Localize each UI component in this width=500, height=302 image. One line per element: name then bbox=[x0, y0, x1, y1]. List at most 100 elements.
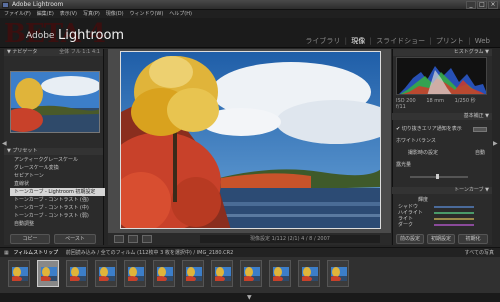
filmstrip-thumbnail[interactable] bbox=[211, 260, 233, 287]
left-panel-collapse-icon[interactable]: ◀ bbox=[2, 140, 7, 147]
filmstrip-thumbnail[interactable] bbox=[298, 260, 320, 287]
filmstrip-thumbnail[interactable] bbox=[327, 260, 349, 287]
paste-button[interactable]: ペースト bbox=[54, 234, 96, 244]
exif-shutter: 1/250 秒 bbox=[454, 98, 476, 104]
reset-all-button[interactable]: 初期化 bbox=[458, 234, 488, 244]
slider-track[interactable] bbox=[434, 206, 474, 208]
thumbnail-image bbox=[215, 267, 231, 281]
slider-darks[interactable]: ダーク bbox=[396, 222, 487, 228]
filmstrip-thumbnail[interactable] bbox=[269, 260, 291, 287]
show-clipping-label: 切り抜きエリア通知を表示 bbox=[401, 126, 462, 132]
crop-tool-icon[interactable] bbox=[142, 235, 152, 243]
menu-photo[interactable]: 写真(P) bbox=[83, 10, 100, 18]
preset-item[interactable]: アンティークグレースケール bbox=[10, 156, 105, 164]
view-loupe-icon[interactable] bbox=[114, 235, 124, 243]
reset-button[interactable]: 初期設定 bbox=[427, 234, 455, 244]
slider-track[interactable] bbox=[434, 224, 474, 226]
filmstrip-collapse-icon[interactable]: ▼ bbox=[247, 294, 252, 301]
presets-header[interactable]: ▼ プリセット bbox=[4, 148, 103, 155]
filmstrip-grid-icon[interactable]: ▦ bbox=[4, 250, 9, 256]
thumbnail-image bbox=[70, 267, 86, 281]
exposure-row: 露光量 bbox=[396, 161, 487, 170]
title-bar: Adobe Lightroom _ □ × bbox=[0, 0, 500, 10]
filmstrip-thumbnail[interactable] bbox=[240, 260, 262, 287]
filmstrip-label: フィルムストリップ bbox=[13, 250, 59, 256]
previous-button[interactable]: 前の設定 bbox=[396, 234, 424, 244]
wb-auto[interactable]: 自動 bbox=[475, 149, 485, 158]
main-photo[interactable] bbox=[120, 51, 381, 229]
filmstrip-bar: ▦ フィルムストリップ 前回読み込み / 全てのフィルム (112枚中 3 枚を… bbox=[0, 247, 500, 257]
menu-develop[interactable]: 現像(D) bbox=[106, 10, 124, 18]
menu-edit[interactable]: 編集(E) bbox=[37, 10, 54, 18]
lightroom-window: Adobe Lightroom _ □ × ファイル(F) 編集(E) 表示(V… bbox=[0, 0, 500, 302]
minimize-button[interactable]: _ bbox=[466, 1, 476, 9]
menu-help[interactable]: ヘルプ(H) bbox=[169, 10, 192, 18]
thumbnail-image bbox=[302, 267, 318, 281]
module-develop[interactable]: 現像 bbox=[351, 37, 365, 45]
preset-item[interactable]: 自動調整 bbox=[10, 220, 105, 228]
wb-row[interactable]: 撮影時の設定 自動 bbox=[396, 149, 487, 158]
module-web[interactable]: Web bbox=[475, 37, 490, 45]
tone-curve-header[interactable]: トーンカーブ ▼ bbox=[392, 187, 492, 194]
edit-status-text: 現像設定 1/112 (2/1) 4 / 8 / 2007 bbox=[200, 235, 380, 243]
slider-label: ダーク bbox=[398, 222, 414, 228]
right-panel-collapse-icon[interactable]: ▶ bbox=[493, 140, 498, 147]
window-title: Adobe Lightroom bbox=[12, 1, 64, 8]
filmstrip-info[interactable]: 前回読み込み / 全てのフィルム (112枚中 3 枚を選択中) / IMG_2… bbox=[66, 250, 234, 256]
navigator-preview[interactable] bbox=[10, 71, 100, 133]
zoom-options[interactable]: 全体 フル 1:1 4:1 bbox=[59, 49, 100, 56]
module-library[interactable]: ライブラリ bbox=[305, 37, 340, 45]
module-print[interactable]: プリント bbox=[436, 37, 464, 45]
slider-track[interactable] bbox=[434, 212, 474, 214]
module-separator: | bbox=[344, 37, 348, 45]
clipping-toggle[interactable] bbox=[473, 127, 487, 132]
filmstrip-thumbnail[interactable] bbox=[66, 260, 88, 287]
module-slideshow[interactable]: スライドショー bbox=[376, 37, 425, 45]
view-compare-icon[interactable] bbox=[128, 235, 138, 243]
slider-track[interactable] bbox=[434, 218, 474, 220]
preset-item[interactable]: トーンカーブ - コントラスト (弱) bbox=[10, 212, 105, 220]
preset-item[interactable]: グレースケール変換 bbox=[10, 164, 105, 172]
preset-item[interactable]: セピアトーン bbox=[10, 172, 105, 180]
module-separator: | bbox=[369, 37, 372, 45]
thumbnail-image bbox=[331, 267, 347, 281]
exposure-slider-row[interactable] bbox=[396, 172, 487, 181]
filmstrip-thumbnail[interactable] bbox=[8, 260, 30, 287]
basic-header[interactable]: 基本補正 ▼ bbox=[392, 113, 492, 120]
preset-item[interactable]: 直線状 bbox=[10, 180, 105, 188]
filmstrip-thumbnail[interactable] bbox=[95, 260, 117, 287]
clipping-row[interactable]: ✔ 切り抜きエリア通知を表示 bbox=[396, 125, 487, 134]
filmstrip-thumbnail-selected[interactable] bbox=[37, 260, 59, 287]
preset-list: アンティークグレースケール グレースケール変換 セピアトーン 直線状 トーンカー… bbox=[10, 156, 105, 228]
histogram-header[interactable]: ヒストグラム ▼ bbox=[393, 49, 492, 56]
navigator-header[interactable]: ▼ ナビゲータ 全体 フル 1:1 4:1 bbox=[4, 49, 103, 56]
hsl-label: 輝度 bbox=[418, 197, 429, 203]
maximize-button[interactable]: □ bbox=[477, 1, 487, 9]
menu-view[interactable]: 表示(V) bbox=[60, 10, 77, 18]
slider-knob[interactable] bbox=[436, 174, 439, 179]
filmstrip-thumbnail[interactable] bbox=[182, 260, 204, 287]
preset-item[interactable]: トーンカーブ - コントラスト (中) bbox=[10, 204, 105, 212]
histogram bbox=[396, 57, 487, 95]
exposure-label: 露光量 bbox=[396, 162, 412, 168]
exposure-slider[interactable] bbox=[410, 174, 468, 179]
preset-item[interactable]: トーンカーブ - コントラスト (強) bbox=[10, 196, 105, 204]
thumbnail-image bbox=[273, 267, 289, 281]
thumbnail-image bbox=[12, 267, 28, 281]
wb-label: ホワイトバランス bbox=[396, 138, 436, 144]
close-button[interactable]: × bbox=[488, 1, 498, 9]
menu-window[interactable]: ウィンドウ(W) bbox=[129, 10, 163, 18]
checkbox-icon[interactable]: ✔ bbox=[396, 126, 400, 132]
exif-focal: 18 mm bbox=[426, 98, 445, 104]
thumbnail-image bbox=[99, 267, 115, 281]
copy-button[interactable]: コピー bbox=[10, 234, 50, 244]
menu-file[interactable]: ファイル(F) bbox=[4, 10, 31, 18]
thumbnail-image bbox=[128, 267, 144, 281]
filmstrip-thumbnail[interactable] bbox=[153, 260, 175, 287]
filmstrip-thumbnail[interactable] bbox=[124, 260, 146, 287]
app-icon bbox=[2, 2, 9, 8]
thumbnail-image bbox=[157, 267, 173, 281]
wb-select[interactable]: 撮影時の設定 bbox=[408, 150, 438, 156]
module-picker: ライブラリ | 現像 | スライドショー | プリント | Web bbox=[303, 36, 490, 46]
preset-item-selected[interactable]: トーンカーブ - Lightroom 初期設定 bbox=[10, 188, 105, 196]
